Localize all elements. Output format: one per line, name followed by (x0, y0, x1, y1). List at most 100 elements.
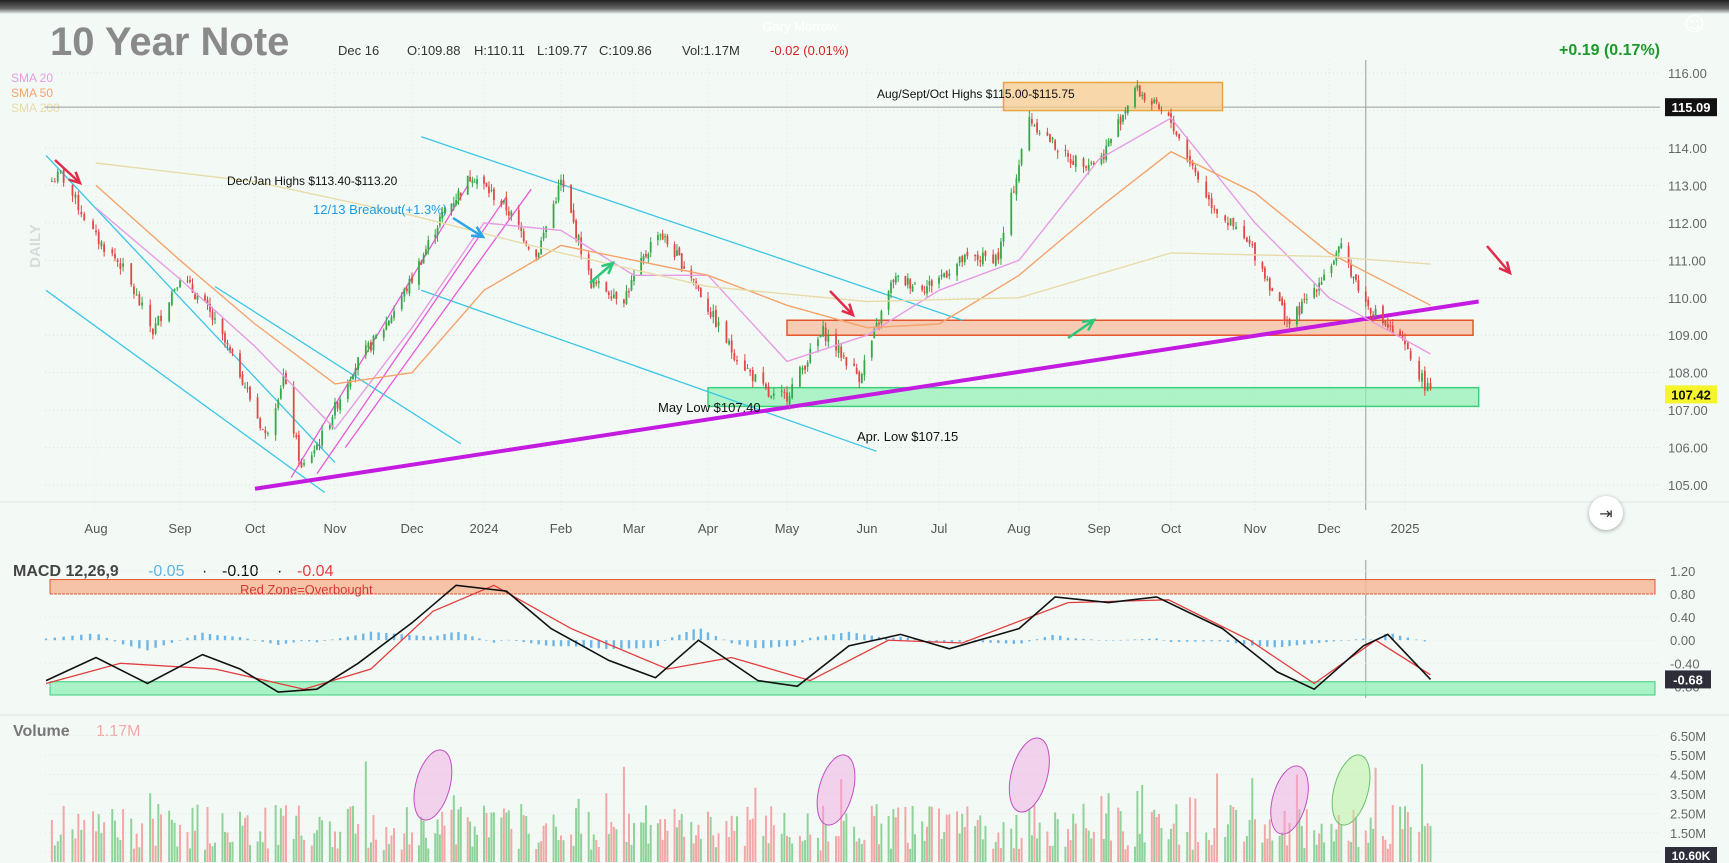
candle-body (557, 185, 560, 201)
candle-body (1141, 94, 1144, 96)
volume-bar (666, 830, 669, 862)
volume-bar (749, 819, 752, 862)
candle-body (1305, 298, 1308, 300)
candle-body (1012, 191, 1015, 193)
macd-histogram-bar (44, 638, 48, 641)
volume-bar (1340, 825, 1343, 862)
candle-body (605, 282, 608, 292)
candle-body (310, 455, 313, 463)
candle-body (746, 368, 749, 370)
macd-histogram-bar (178, 640, 182, 641)
breakout-line (290, 185, 469, 478)
volume-tick-label: 2.50M (1670, 806, 1706, 821)
volume-bar (640, 822, 643, 862)
volume-bar (204, 849, 206, 862)
candle-body (880, 311, 883, 324)
macd-histogram-bar (1169, 640, 1173, 643)
volume-bar (387, 844, 390, 862)
macd-histogram-bar (1317, 640, 1321, 643)
candle-body (1087, 164, 1090, 170)
candle-body (709, 311, 712, 318)
candle-body (570, 184, 572, 213)
volume-bar (149, 793, 152, 862)
candle-body (1033, 124, 1036, 127)
candle-body (906, 277, 909, 285)
macd-histogram-bar (331, 639, 334, 641)
candle-body (645, 253, 647, 257)
volume-bar (1117, 807, 1120, 862)
volume-bar (141, 823, 144, 862)
volume-bar (1278, 835, 1281, 862)
candle-body (997, 252, 1000, 260)
macd-histogram-bar (738, 640, 741, 645)
candle-body (904, 275, 907, 286)
price-tick-label: 109.00 (1668, 328, 1708, 343)
macd-histogram-bar (1028, 640, 1031, 642)
expand-button[interactable]: ⇥ (1589, 496, 1623, 530)
price-chart: 10 Year Note Gary Morrow Dec 16 O:109.88… (0, 19, 1729, 863)
candle-body (555, 201, 557, 203)
candle-body (928, 281, 931, 286)
candle-body (122, 263, 124, 267)
volume-highlight (1008, 737, 1050, 813)
candle-body (292, 386, 295, 434)
macd-histogram-bar (1423, 640, 1427, 642)
channel-line (45, 289, 326, 494)
volume-bar (1134, 846, 1136, 862)
volume-bar (266, 848, 269, 862)
volume-bar (630, 844, 633, 862)
macd-histogram-bar (1012, 640, 1016, 644)
time-tick-label: May (775, 521, 800, 536)
volume-bar (1126, 845, 1129, 862)
candle-body (1056, 151, 1059, 153)
candle-body (1150, 100, 1153, 105)
volume-bar (113, 820, 116, 862)
candle-body (656, 235, 659, 241)
volume-bar (1281, 832, 1284, 862)
volume-bar (597, 846, 600, 862)
candle-body (1124, 110, 1127, 114)
candle-body (707, 298, 709, 312)
volume-bar (1251, 778, 1254, 862)
candle-body (595, 281, 598, 284)
macd-value-2: -0.10 (222, 563, 259, 580)
volume-bar (683, 836, 686, 862)
volume-bar (1186, 831, 1189, 862)
volume-bar (1213, 827, 1216, 862)
volume-bar (351, 805, 354, 862)
volume-bar (863, 839, 866, 862)
candle-body (471, 180, 474, 184)
candle-body (189, 279, 191, 282)
volume-bar (452, 795, 455, 862)
volume-bar (157, 804, 160, 862)
candle-body (890, 282, 892, 293)
candle-body (1119, 116, 1122, 125)
volume-bar (168, 810, 171, 862)
volume-bar (772, 825, 775, 862)
macd-histogram-bar (1258, 640, 1262, 647)
volume-bar (393, 828, 396, 862)
candle-body (1352, 276, 1355, 279)
chart-title: 10 Year Note (50, 20, 289, 64)
candle-body (676, 250, 678, 256)
volume-bar (1085, 828, 1088, 862)
macd-histogram-bar (457, 632, 460, 641)
volume-bar (709, 816, 712, 862)
candle-body (1315, 289, 1318, 292)
volume-bar (246, 815, 249, 862)
volume-bar (1207, 839, 1210, 862)
smiley-icon[interactable]: ☺ (1684, 12, 1705, 36)
candle-body (1227, 222, 1229, 226)
candle-body (370, 342, 372, 351)
volume-bar (450, 809, 453, 862)
volume-bar (746, 806, 749, 862)
price-tick-label: 107.00 (1668, 403, 1708, 418)
candle-body (297, 434, 300, 462)
macd-histogram-bar (500, 640, 503, 641)
candle-body (1372, 314, 1375, 318)
candle-body (517, 210, 520, 225)
volume-bar (1160, 827, 1163, 862)
macd-histogram-bar (544, 640, 548, 646)
candle-body (1266, 279, 1269, 281)
volume-bar (292, 838, 295, 862)
